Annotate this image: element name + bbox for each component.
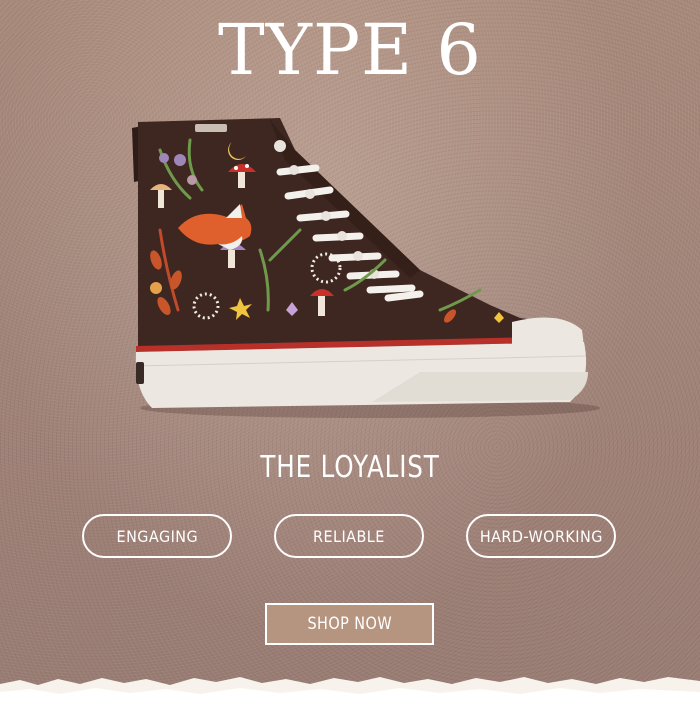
page-title: TYPE 6 [218,9,482,91]
shop-now-button[interactable]: SHOP NOW [265,603,434,645]
trait-pill-reliable: RELIABLE [274,514,424,558]
high-top-sneaker-image [132,118,600,418]
torn-paper-edge [0,677,700,710]
trait-pill-hard-working: HARD-WORKING [466,514,616,558]
trait-label: ENGAGING [116,526,198,546]
personality-type-name: THE LOYALIST [260,450,440,485]
promo-banner: TYPE 6 THE LOYALIST ENGAGING RELIABLE HA… [0,0,700,710]
shop-now-label: SHOP NOW [307,614,392,634]
trait-label: HARD-WORKING [479,526,603,546]
trait-pill-engaging: ENGAGING [82,514,232,558]
trait-label: RELIABLE [313,526,385,546]
